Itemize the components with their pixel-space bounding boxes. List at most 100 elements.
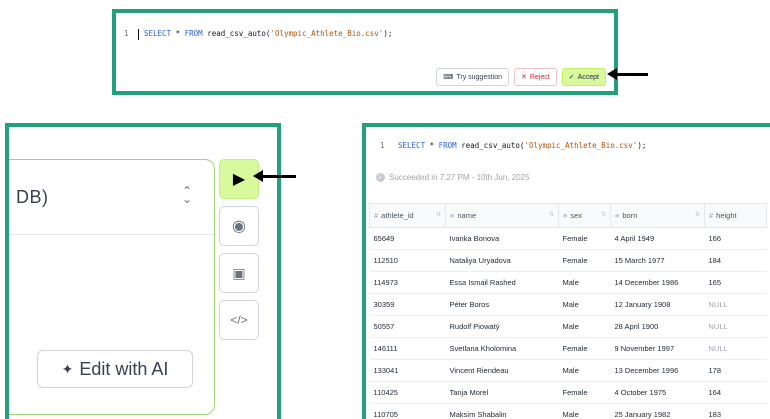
table-cell: Essa Ismail Rashed [445, 271, 559, 294]
table-cell: 9 November 1997 [610, 337, 705, 360]
save-button[interactable]: ▣ [219, 253, 259, 293]
database-select[interactable]: DB) ⌃ ⌄ [9, 160, 214, 235]
sort-icon[interactable]: ⇅ [436, 211, 441, 218]
table-cell: Female [558, 227, 611, 250]
editor-card: DB) ⌃ ⌄ ✦ Edit with AI [9, 159, 215, 415]
sql-keyword-select: SELECT [144, 29, 172, 38]
column-header[interactable]: # athlete_id ⇅ [369, 203, 446, 228]
accept-label: Accept [577, 73, 599, 81]
chevron-up-down-icon: ⌃ ⌄ [181, 184, 192, 206]
table-row[interactable]: 110425 Tanja Morel Female 4 October 1975 164 [369, 381, 767, 404]
sql-function: read_csv_auto( [202, 29, 271, 38]
table-header-row: # athlete_id ⇅ ≡ name ⇅ ≡ sex ⇅ ≡ born ⇅ # height [369, 203, 767, 228]
sort-icon[interactable]: ⇅ [695, 211, 700, 218]
check-circle-icon: ✓ [376, 173, 385, 182]
database-select-label: DB) [16, 186, 49, 207]
pointer-arrow-accept [607, 68, 648, 80]
table-cell: 14 December 1986 [610, 271, 705, 294]
text-caret [138, 28, 139, 40]
table-cell: Vincent Riendeau [445, 359, 559, 382]
column-header[interactable]: ≡ born ⇅ [610, 203, 705, 228]
table-cell: 164 [704, 381, 767, 404]
table-cell: NULL [704, 315, 767, 338]
results-body: 65649 Ivanka Bonova Female 4 April 1949 166 1… [369, 227, 767, 419]
table-cell: Nataliya Uryadova [445, 249, 559, 272]
code-view-button[interactable]: </> [219, 300, 259, 340]
column-header[interactable]: # height [704, 203, 767, 228]
accept-button[interactable]: ✓ Accept [561, 68, 606, 86]
table-cell: 4 April 1949 [610, 227, 705, 250]
try-suggestion-button[interactable]: ⌨ Try suggestion [436, 68, 509, 86]
floppy-disk-icon: ▣ [232, 264, 246, 281]
table-cell: Rudolf Piowatý [445, 315, 559, 338]
table-cell: 166 [704, 227, 767, 250]
table-row[interactable]: 114973 Essa Ismail Rashed Male 14 December … [369, 271, 767, 294]
table-cell: 12 January 1908 [610, 293, 705, 316]
pointer-arrow-run [253, 170, 296, 182]
table-row[interactable]: 146111 Svetlana Kholomina Female 9 November… [369, 337, 767, 360]
reject-button[interactable]: ✕ Reject [514, 68, 557, 86]
sql-end: ); [637, 141, 647, 150]
sql-string: 'Olympic_Athlete_Bio.csv' [270, 29, 384, 38]
sql-function: read_csv_auto( [456, 141, 525, 150]
line-number: 1 [380, 141, 385, 150]
eye-icon: ◉ [232, 218, 246, 235]
table-cell: 184 [704, 249, 767, 272]
text-icon: ≡ [563, 211, 568, 220]
table-cell: Maksim Shabalin [445, 403, 559, 419]
table-cell: 4 October 1975 [610, 381, 705, 404]
hash-icon: # [374, 211, 379, 220]
column-header[interactable]: ≡ name ⇅ [445, 203, 559, 228]
table-row[interactable]: 65649 Ivanka Bonova Female 4 April 1949 166 [369, 227, 767, 250]
sql-editor-line[interactable]: 1 SELECT * FROM read_csv_auto( 'Olympic_… [124, 27, 612, 41]
results-panel: 1 SELECT * FROM read_csv_auto( 'Olympic_… [362, 123, 770, 419]
table-cell: 30359 [369, 293, 446, 316]
table-cell: 25 January 1982 [610, 403, 705, 419]
code-icon: </> [230, 313, 248, 327]
table-cell: 28 April 1900 [610, 315, 705, 338]
table-cell: Male [558, 293, 611, 316]
try-suggestion-label: Try suggestion [456, 73, 502, 81]
table-row[interactable]: 110705 Maksim Shabalin Male 25 January 1982… [369, 403, 767, 419]
editor-panel: DB) ⌃ ⌄ ✦ Edit with AI ▶ ◉ ▣ </> [5, 123, 281, 419]
table-cell: 112510 [369, 249, 446, 272]
close-icon: ✕ [521, 74, 527, 81]
table-row[interactable]: 30359 Péter Boros Male 12 January 1908 NULL [369, 293, 767, 316]
table-cell: Male [558, 359, 611, 382]
table-cell: 133041 [369, 359, 446, 382]
keyboard-icon: ⌨ [443, 74, 454, 81]
table-row[interactable]: 112510 Nataliya Uryadova Female 15 March 19… [369, 249, 767, 272]
sql-end: ); [383, 29, 393, 38]
table-cell: Péter Boros [445, 293, 559, 316]
text-icon: ≡ [615, 211, 620, 220]
table-cell: Male [558, 271, 611, 294]
preview-button[interactable]: ◉ [219, 206, 259, 246]
table-cell: Male [558, 403, 611, 419]
table-cell: Tanja Morel [445, 381, 559, 404]
results-table: # athlete_id ⇅ ≡ name ⇅ ≡ sex ⇅ ≡ born ⇅ # height… [369, 203, 767, 419]
table-cell: 110425 [369, 381, 446, 404]
table-cell: NULL [704, 337, 767, 360]
sort-icon[interactable]: ⇅ [601, 211, 606, 218]
table-cell: 110705 [369, 403, 446, 419]
suggestion-panel: 1 SELECT * FROM read_csv_auto( 'Olympic_… [112, 9, 618, 95]
text-icon: ≡ [450, 211, 455, 220]
column-header[interactable]: ≡ sex ⇅ [558, 203, 611, 228]
sql-star: * [425, 141, 439, 150]
suggestion-actions: ⌨ Try suggestion ✕ Reject ✓ Accept [436, 68, 606, 86]
edit-with-ai-button[interactable]: ✦ Edit with AI [37, 350, 193, 388]
table-cell: Female [558, 337, 611, 360]
table-cell: 114973 [369, 271, 446, 294]
table-cell: 183 [704, 403, 767, 419]
reject-label: Reject [529, 73, 550, 81]
table-cell: 13 December 1996 [610, 359, 705, 382]
check-icon: ✓ [568, 74, 575, 81]
sql-keyword-from: FROM [184, 29, 203, 38]
sort-icon[interactable]: ⇅ [549, 211, 554, 218]
table-cell: 178 [704, 359, 767, 382]
table-row[interactable]: 133041 Vincent Riendeau Male 13 December 19… [369, 359, 767, 382]
status-text: Succeeded in 7:27 PM - 10th Jun, 2025 [389, 173, 530, 182]
table-cell: 65649 [369, 227, 446, 250]
sql-string: 'Olympic_Athlete_Bio.csv' [524, 141, 638, 150]
table-row[interactable]: 50557 Rudolf Piowatý Male 28 April 1900 NULL [369, 315, 767, 338]
